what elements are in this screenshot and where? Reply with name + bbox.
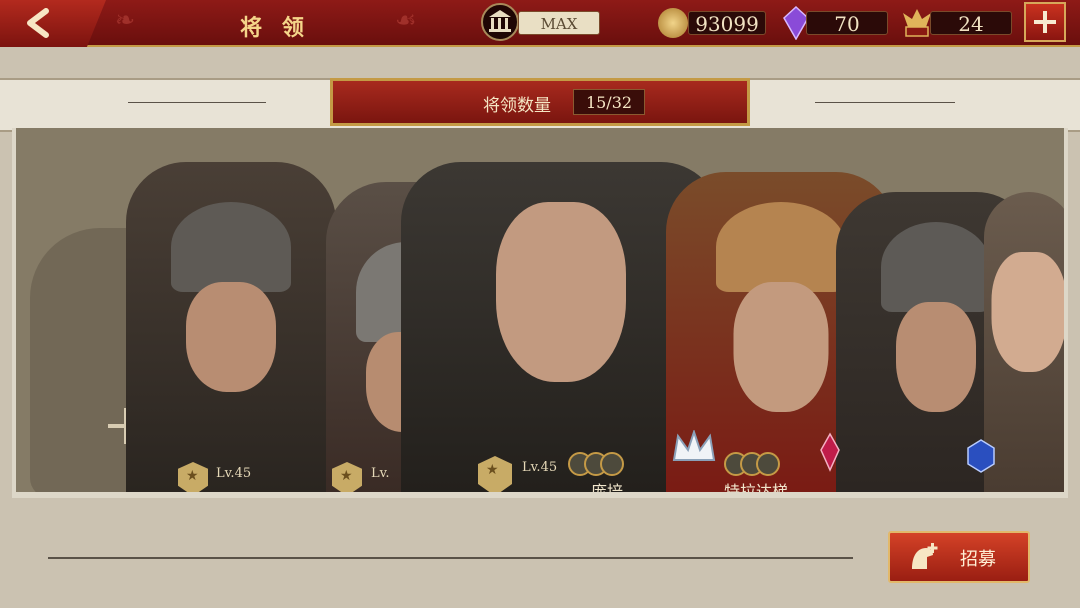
general-card-6[interactable] [984, 192, 1064, 492]
general-level: Lv.45 [216, 466, 252, 481]
gold-coin-icon [658, 8, 688, 38]
general-portrait [496, 202, 626, 382]
general-level: Lv.45 [522, 460, 558, 475]
divider-left [128, 102, 266, 103]
generals-panel: Lv.45 Lv. Lv.45 庞培 特拉达梯 [12, 128, 1068, 498]
skill-coin-icon [756, 452, 780, 476]
gems-value: 70 [806, 11, 888, 36]
general-count-label: 将领数量 [483, 96, 551, 116]
spqr-value: 24 [930, 11, 1012, 36]
back-arrow-icon [27, 8, 49, 38]
general-level: Lv. [371, 466, 390, 481]
generals-frame: 将领数量 15/32 ★ Lv.45 ★ Lv. ★ Lv.45 庞培 特拉达梯 [0, 78, 1080, 510]
general-name: 庞培 [591, 482, 624, 498]
general-name: 特拉达梯 [724, 482, 789, 498]
general-count-plate: 将领数量 15/32 [330, 78, 750, 126]
laurel-right-icon: ☙ [395, 6, 417, 34]
crown-icon [672, 430, 716, 461]
building-level-value: MAX [518, 11, 600, 35]
recruit-label: 招募 [960, 549, 996, 570]
general-portrait [733, 282, 829, 412]
ruby-gem-icon [820, 432, 840, 472]
temple-icon [481, 3, 519, 41]
back-button[interactable] [0, 0, 106, 47]
bottom-divider [48, 557, 853, 559]
sapphire-gem-icon [967, 439, 995, 473]
gold-value: 93099 [688, 11, 766, 36]
helmet-icon [881, 222, 991, 312]
general-portrait [991, 252, 1064, 372]
general-count-value: 15/32 [573, 89, 645, 115]
laurel-left-icon: ❧ [115, 6, 136, 34]
recruit-button[interactable]: 招募 [888, 531, 1030, 583]
general-portrait [896, 302, 976, 412]
spqr-eagle-icon [903, 9, 931, 37]
general-card-1[interactable] [126, 162, 336, 492]
general-portrait [186, 282, 276, 392]
helmet-crest-icon [171, 202, 291, 292]
spartan-helmet-plus-icon [912, 543, 938, 569]
skill-coin-icon [600, 452, 624, 476]
divider-right [815, 102, 955, 103]
page-title: 将 领 [240, 15, 310, 41]
top-bar: ❧ 将 领 ☙ MAX 93099 70 24 [0, 0, 1080, 47]
lion-headdress-icon [716, 202, 846, 292]
add-resource-button[interactable] [1024, 2, 1066, 42]
